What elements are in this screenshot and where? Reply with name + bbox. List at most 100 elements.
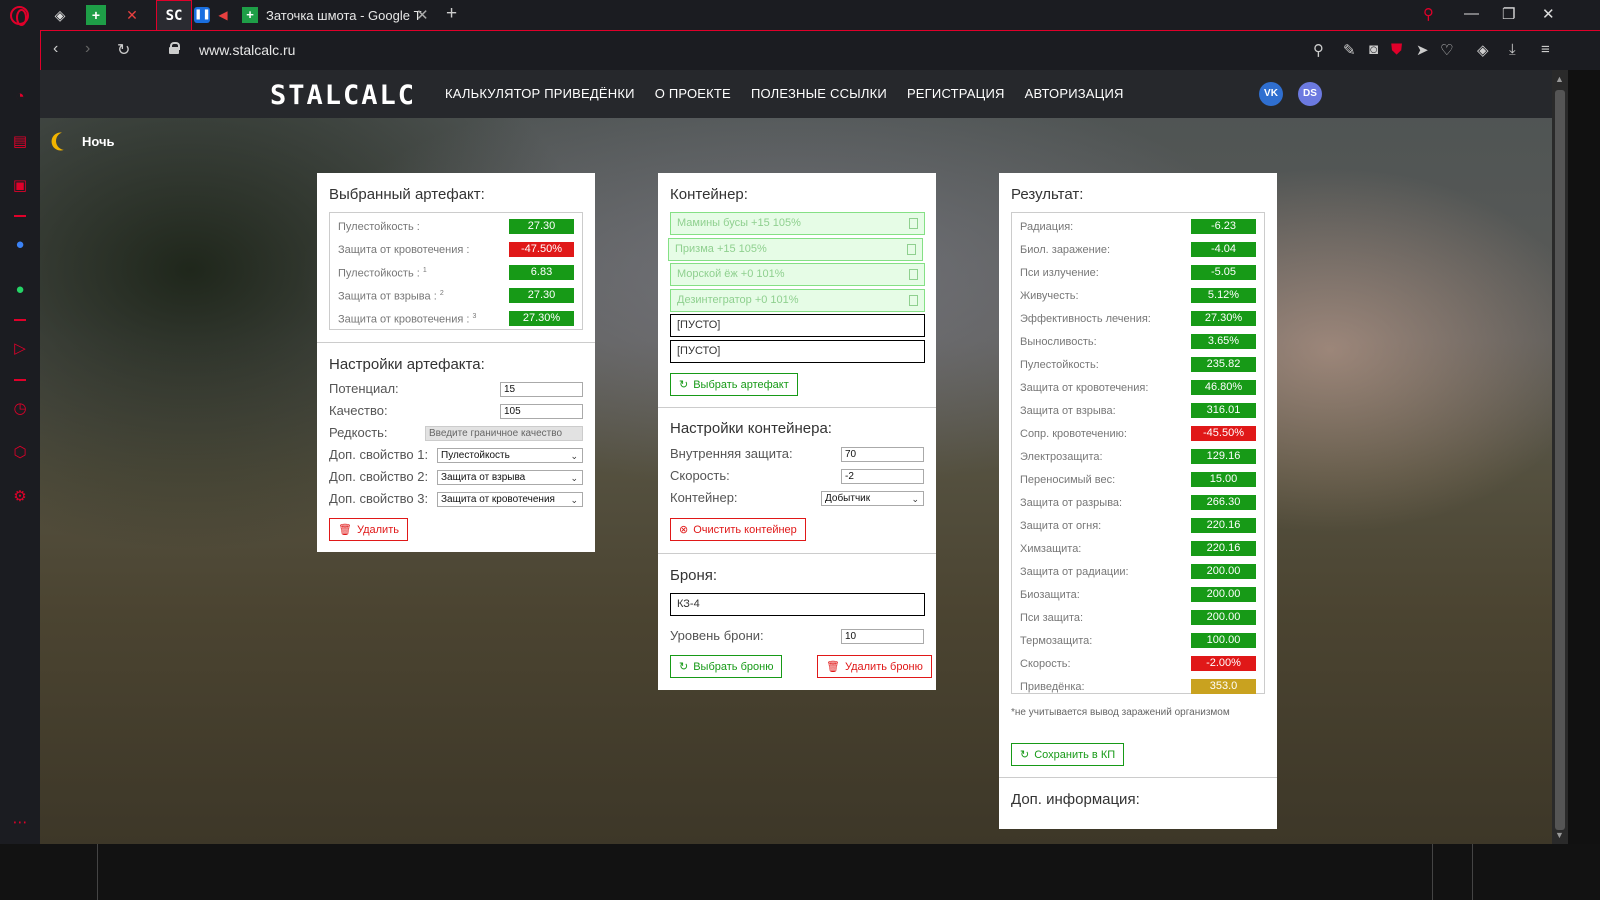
armor-slot[interactable]: КЗ-4 bbox=[670, 593, 925, 616]
document-icon bbox=[909, 269, 918, 280]
active-tab[interactable]: SC bbox=[156, 0, 192, 30]
result-label: Химзащита: bbox=[1020, 543, 1082, 555]
scroll-down-icon[interactable]: ▼ bbox=[1555, 830, 1564, 840]
extra1-select[interactable]: Пулестойкость ⌄ bbox=[437, 448, 583, 463]
nav-register[interactable]: РЕГИСТРАЦИЯ bbox=[907, 86, 1005, 101]
result-row: Выносливость: 3.65% bbox=[1012, 330, 1264, 353]
stat-value: 27.30 bbox=[509, 219, 574, 234]
scroll-up-icon[interactable]: ▲ bbox=[1555, 74, 1564, 84]
container-slot-empty[interactable]: [ПУСТО] bbox=[670, 314, 925, 337]
messenger-icon[interactable]: ● bbox=[10, 235, 30, 255]
vk-icon[interactable]: VK bbox=[1259, 82, 1283, 106]
result-label: Сопр. кровотечению: bbox=[1020, 428, 1127, 440]
camera-icon[interactable]: ◙ bbox=[1369, 41, 1378, 58]
more-icon[interactable]: ⋯ bbox=[10, 813, 30, 833]
pause-tab-icon[interactable]: ❚❚ bbox=[194, 7, 211, 23]
potential-input[interactable]: 15 bbox=[500, 382, 583, 397]
container-slot[interactable]: Мамины бусы +15 105% bbox=[670, 212, 925, 235]
send-icon[interactable]: ➤ bbox=[1416, 41, 1429, 59]
whatsapp-icon[interactable]: ● bbox=[10, 280, 30, 300]
sheets-tab-icon[interactable]: + bbox=[86, 5, 106, 25]
search-tabs-icon[interactable]: ⚲ bbox=[1423, 5, 1434, 23]
clear-container-label: Очистить контейнер bbox=[693, 523, 797, 536]
tab-close-icon[interactable]: ✕ bbox=[416, 6, 429, 24]
container-type-select[interactable]: Добытчик ⌄ bbox=[821, 491, 924, 506]
result-value: 100.00 bbox=[1191, 633, 1256, 648]
cube-icon[interactable]: ◈ bbox=[1477, 41, 1489, 59]
delete-armor-button[interactable]: 🗑 Удалить броню bbox=[817, 655, 932, 678]
stat-row: Защита от кровотечения : 3 27.30% bbox=[330, 307, 582, 330]
download-icon[interactable]: ⤓ bbox=[1509, 41, 1516, 58]
potential-label: Потенциал: bbox=[329, 381, 399, 396]
edit-icon[interactable]: ✎ bbox=[1343, 41, 1356, 59]
page-scrollbar[interactable]: ▲ ▼ bbox=[1552, 70, 1568, 844]
clear-container-button[interactable]: ⊗ Очистить контейнер bbox=[670, 518, 806, 541]
extra3-select[interactable]: Защита от кровотечения ⌄ bbox=[437, 492, 583, 507]
inner-protection-row: Внутренняя защита: 70 bbox=[670, 443, 924, 465]
container-slot[interactable]: Морской ёж +0 101% bbox=[670, 263, 925, 286]
result-row: Защита от взрыва: 316.01 bbox=[1012, 399, 1264, 422]
tools-tab-icon[interactable]: ✕ bbox=[122, 5, 142, 25]
shield-icon[interactable]: ⛊ bbox=[1391, 41, 1402, 58]
speed-dial-icon[interactable]: ◔ bbox=[10, 87, 30, 107]
gamepad-icon[interactable]: ◈ bbox=[50, 5, 70, 25]
twitch-icon[interactable]: ▣ bbox=[10, 176, 30, 196]
container-slot-empty[interactable]: [ПУСТО] bbox=[670, 340, 925, 363]
inner-protection-input[interactable]: 70 bbox=[841, 447, 924, 462]
trash-icon: 🗑 bbox=[826, 661, 840, 673]
delete-artifact-button[interactable]: 🗑 Удалить bbox=[329, 518, 408, 541]
close-window-icon[interactable]: ✕ bbox=[1542, 5, 1555, 23]
save-kp-button[interactable]: ↻ Сохранить в КП bbox=[1011, 743, 1125, 766]
night-mode-toggle[interactable]: Ночь bbox=[52, 132, 115, 150]
select-armor-button[interactable]: ↻ Выбрать броню bbox=[670, 655, 783, 678]
result-row: Пси излучение: -5.05 bbox=[1012, 261, 1264, 284]
forward-icon[interactable]: › bbox=[85, 40, 90, 58]
sound-icon[interactable]: ◀ bbox=[213, 5, 233, 25]
container-slot[interactable]: Призма +15 105% bbox=[668, 238, 923, 261]
artifact-card: Выбранный артефакт: Пулестойкость : 27.30… bbox=[317, 173, 595, 552]
nav-login[interactable]: АВТОРИЗАЦИЯ bbox=[1025, 86, 1124, 101]
tab-title[interactable]: Заточка шмота - Google Т bbox=[266, 8, 422, 23]
box-icon[interactable]: ⬡ bbox=[10, 443, 30, 463]
minimize-icon[interactable]: — bbox=[1464, 5, 1479, 22]
briefcase-icon[interactable]: ▤ bbox=[10, 132, 30, 152]
extra2-select[interactable]: Защита от взрыва ⌄ bbox=[437, 470, 583, 485]
stat-label: Защита от взрыва : 2 bbox=[338, 290, 444, 303]
opera-logo-icon[interactable] bbox=[10, 6, 29, 26]
armor-level-input[interactable]: 10 bbox=[841, 629, 924, 644]
back-icon[interactable]: ‹ bbox=[53, 40, 58, 58]
discord-icon[interactable]: DS bbox=[1298, 82, 1322, 106]
speed-input[interactable]: -2 bbox=[841, 469, 924, 484]
result-value: -5.05 bbox=[1191, 265, 1256, 280]
moon-icon bbox=[53, 129, 76, 152]
stat-row: Защита от кровотечения : -47.50% bbox=[330, 238, 582, 261]
quality-input[interactable]: 105 bbox=[500, 404, 583, 419]
reload-icon[interactable]: ↻ bbox=[117, 40, 130, 60]
result-value: -2.00% bbox=[1191, 656, 1256, 671]
select-artifact-button[interactable]: ↻ Выбрать артефакт bbox=[670, 373, 798, 396]
stat-label: Защита от кровотечения : bbox=[338, 244, 470, 256]
result-label: Защита от огня: bbox=[1020, 520, 1102, 532]
rarity-row: Редкость: Введите граничное качество bbox=[329, 422, 583, 444]
nav-calculator[interactable]: КАЛЬКУЛЯТОР ПРИВЕДЁНКИ bbox=[445, 86, 635, 101]
result-row: Биозащита: 200.00 bbox=[1012, 583, 1264, 606]
scroll-thumb[interactable] bbox=[1555, 90, 1565, 830]
history-icon[interactable]: ◷ bbox=[10, 399, 30, 419]
heart-icon[interactable]: ♡ bbox=[1440, 41, 1453, 59]
url-field[interactable]: www.stalcalc.ru bbox=[199, 42, 295, 58]
menu-icon[interactable]: ≡ bbox=[1541, 41, 1550, 58]
result-title: Результат: bbox=[1011, 186, 1084, 203]
settings-icon[interactable]: ⚙ bbox=[10, 487, 30, 507]
container-slot[interactable]: Дезинтегратор +0 101% bbox=[670, 289, 925, 312]
site-logo[interactable]: STALCALC bbox=[270, 80, 416, 111]
nav-links[interactable]: ПОЛЕЗНЫЕ ССЫЛКИ bbox=[751, 86, 887, 101]
player-icon[interactable]: ▷ bbox=[10, 339, 30, 359]
zoom-icon[interactable]: ⚲ bbox=[1313, 41, 1324, 59]
result-row: Защита от огня: 220.16 bbox=[1012, 514, 1264, 537]
nav-about[interactable]: О ПРОЕКТЕ bbox=[655, 86, 731, 101]
divider bbox=[317, 342, 595, 343]
new-tab-icon[interactable]: + bbox=[446, 3, 457, 25]
restore-icon[interactable]: ❐ bbox=[1502, 5, 1515, 23]
result-label: Пулестойкость: bbox=[1020, 359, 1099, 371]
lock-icon bbox=[169, 42, 180, 54]
